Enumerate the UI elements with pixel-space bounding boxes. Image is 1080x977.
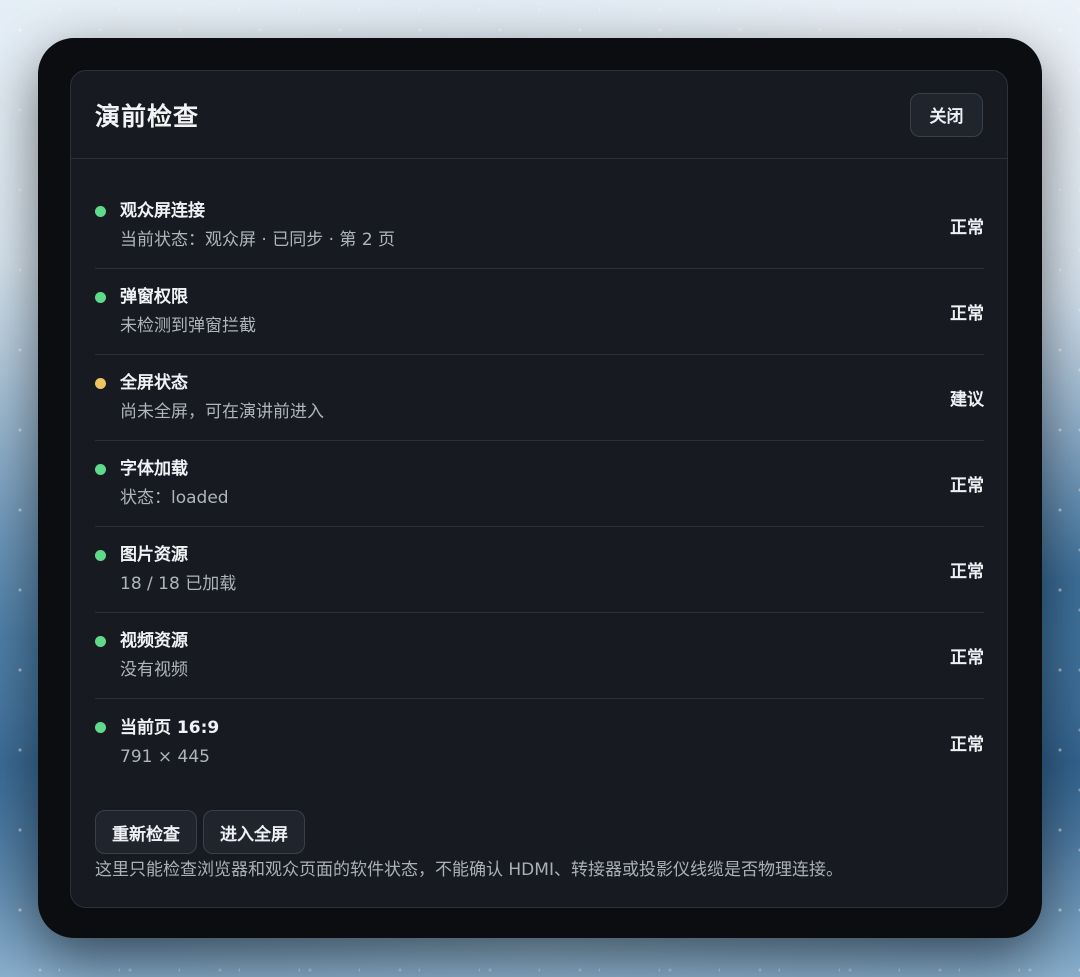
check-title: 当前页 16:9 [120, 717, 220, 738]
check-description: 尚未全屏，可在演讲前进入 [120, 402, 324, 422]
check-title: 字体加载 [120, 459, 188, 479]
status-dot-icon [95, 636, 106, 647]
check-title: 观众屏连接 [120, 201, 205, 221]
check-title: 弹窗权限 [120, 287, 188, 307]
status-dot-icon [95, 464, 106, 475]
check-description: 没有视频 [120, 660, 188, 680]
dialog-header: 演前检查 关闭 [71, 71, 1007, 159]
check-item: 全屏状态 尚未全屏，可在演讲前进入 建议 [95, 355, 984, 441]
check-title: 全屏状态 [120, 373, 188, 393]
check-status: 正常 [950, 648, 984, 668]
status-dot-icon [95, 722, 106, 733]
check-title: 图片资源 [120, 545, 188, 565]
check-status: 正常 [950, 734, 984, 755]
check-item: 观众屏连接 当前状态：观众屏 · 已同步 · 第 2 页 正常 [95, 183, 984, 269]
check-item: 当前页 16:9 791 × 445 正常 [95, 699, 984, 785]
close-button[interactable]: 关闭 [910, 92, 983, 137]
check-status: 建议 [950, 390, 984, 410]
check-description: 791 × 445 [120, 746, 210, 767]
check-item: 视频资源 没有视频 正常 [95, 613, 984, 699]
status-dot-icon [95, 206, 106, 217]
check-status: 正常 [950, 476, 984, 496]
dialog-title: 演前检查 [95, 101, 200, 131]
footer-note: 这里只能检查浏览器和观众页面的软件状态，不能确认 HDMI、转接器或投影仪线缆是… [95, 860, 843, 880]
check-status: 正常 [950, 218, 984, 238]
check-description: 未检测到弹窗拦截 [120, 316, 256, 336]
dialog-footer: 重新检查 进入全屏 这里只能检查浏览器和观众页面的软件状态，不能确认 HDMI、… [95, 810, 843, 882]
status-dot-icon [95, 550, 106, 561]
check-status: 正常 [950, 562, 984, 582]
check-description: 状态：loaded [120, 488, 229, 508]
status-dot-icon [95, 378, 106, 389]
recheck-button[interactable]: 重新检查 [95, 810, 197, 854]
check-title: 视频资源 [120, 631, 188, 651]
preflight-dialog: 演前检查 关闭 观众屏连接 当前状态：观众屏 · 已同步 · 第 2 页 正常 … [70, 70, 1008, 908]
enter-fullscreen-button[interactable]: 进入全屏 [203, 810, 305, 854]
check-item: 图片资源 18 / 18 已加载 正常 [95, 527, 984, 613]
status-dot-icon [95, 292, 106, 303]
check-list: 观众屏连接 当前状态：观众屏 · 已同步 · 第 2 页 正常 弹窗权限 未检测… [71, 159, 1007, 785]
check-description: 18 / 18 已加载 [120, 574, 237, 594]
check-description: 当前状态：观众屏 · 已同步 · 第 2 页 [120, 230, 396, 250]
check-item: 弹窗权限 未检测到弹窗拦截 正常 [95, 269, 984, 355]
check-status: 正常 [950, 304, 984, 324]
check-item: 字体加载 状态：loaded 正常 [95, 441, 984, 527]
